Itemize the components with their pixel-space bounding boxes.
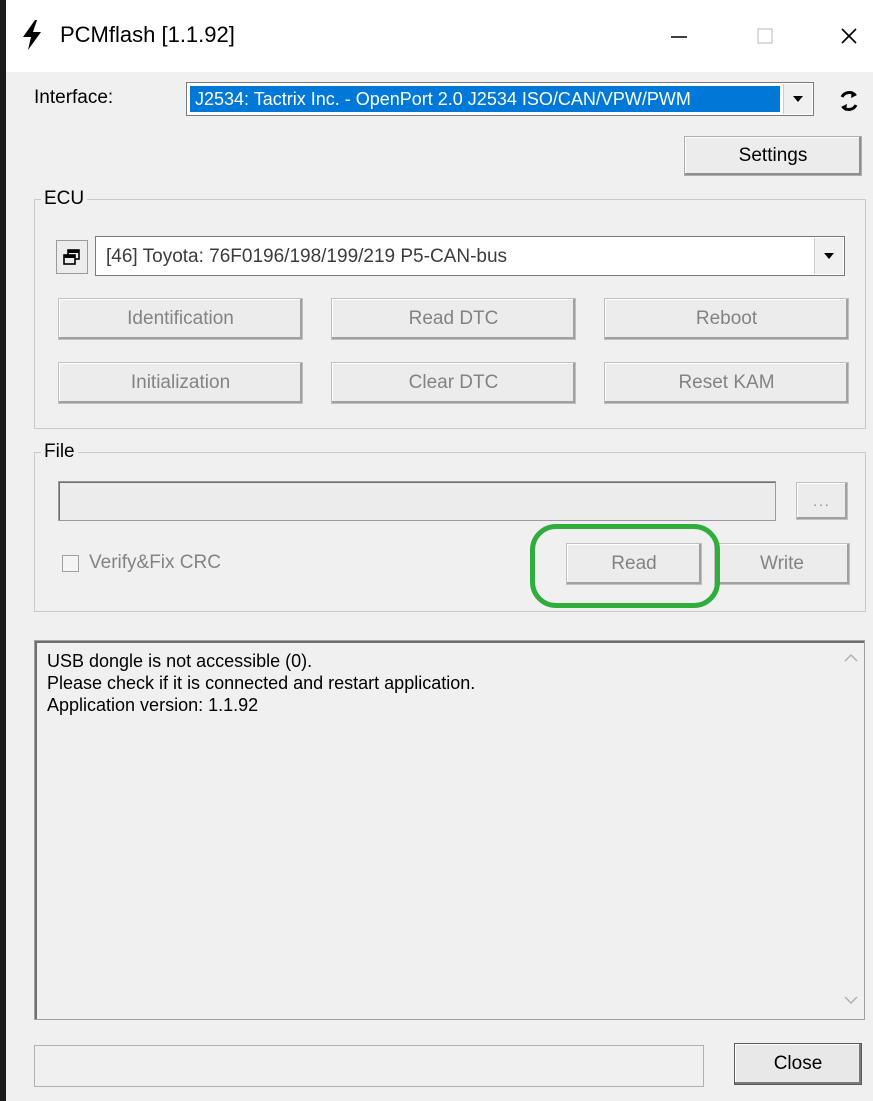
scroll-down-icon[interactable] <box>844 995 858 1005</box>
initialization-button[interactable]: Initialization <box>58 362 303 404</box>
verify-fix-crc-checkbox[interactable] <box>62 554 79 572</box>
refresh-icon <box>840 91 858 111</box>
reset-kam-button[interactable]: Reset KAM <box>604 362 849 404</box>
chevron-down-icon <box>824 253 834 259</box>
ecu-dropdown-button[interactable] <box>814 238 843 274</box>
restore-window-icon <box>63 249 80 265</box>
settings-button[interactable]: Settings <box>684 136 862 176</box>
file-group: File <box>34 441 866 612</box>
status-bar <box>34 1045 704 1087</box>
write-button[interactable]: Write <box>714 543 850 585</box>
lightning-bolt-icon <box>23 20 41 50</box>
scroll-up-icon[interactable] <box>844 653 858 663</box>
log-line: Please check if it is connected and rest… <box>47 673 476 693</box>
minimize-button[interactable] <box>656 16 702 56</box>
clear-dtc-button[interactable]: Clear DTC <box>331 362 576 404</box>
ecu-select[interactable]: [46] Toyota: 76F0196/198/199/219 P5-CAN-… <box>95 236 845 276</box>
verify-fix-crc-label: Verify&Fix CRC <box>89 552 221 573</box>
read-button-highlight-annotation <box>530 524 720 608</box>
title-bar[interactable]: PCMflash [1.1.92] <box>6 0 873 72</box>
maximize-icon <box>757 28 773 44</box>
refresh-interfaces-button[interactable] <box>834 86 864 116</box>
verify-fix-crc-option[interactable]: Verify&Fix CRC <box>62 552 221 574</box>
pcmflash-window: PCMflash [1.1.92] Interface: J2534: Tact… <box>6 0 873 1101</box>
log-line: Application version: 1.1.92 <box>47 695 259 715</box>
read-dtc-button[interactable]: Read DTC <box>331 298 576 340</box>
close-icon <box>841 28 857 44</box>
browse-file-button[interactable]: ... <box>796 482 848 520</box>
close-window-button[interactable] <box>826 16 872 56</box>
ecu-group-title: ECU <box>41 188 88 210</box>
interface-selected-value: J2534: Tactrix Inc. - OpenPort 2.0 J2534… <box>190 86 780 112</box>
ecu-window-button[interactable] <box>56 240 88 274</box>
identification-button[interactable]: Identification <box>58 298 303 340</box>
log-line: USB dongle is not accessible (0). <box>47 651 313 671</box>
file-group-title: File <box>41 441 78 463</box>
window-title: PCMflash [1.1.92] <box>60 22 235 47</box>
interface-dropdown-button[interactable] <box>783 84 812 114</box>
interface-select[interactable]: J2534: Tactrix Inc. - OpenPort 2.0 J2534… <box>186 82 814 116</box>
log-output[interactable]: USB dongle is not accessible (0). Please… <box>34 640 865 1020</box>
chevron-down-icon <box>793 96 803 102</box>
file-path-input[interactable] <box>58 481 776 521</box>
minimize-icon <box>671 36 687 38</box>
reboot-button[interactable]: Reboot <box>604 298 849 340</box>
maximize-button[interactable] <box>742 16 788 56</box>
interface-label: Interface: <box>34 87 114 108</box>
close-button[interactable]: Close <box>734 1043 862 1085</box>
ecu-selected-value: [46] Toyota: 76F0196/198/199/219 P5-CAN-… <box>106 246 508 267</box>
